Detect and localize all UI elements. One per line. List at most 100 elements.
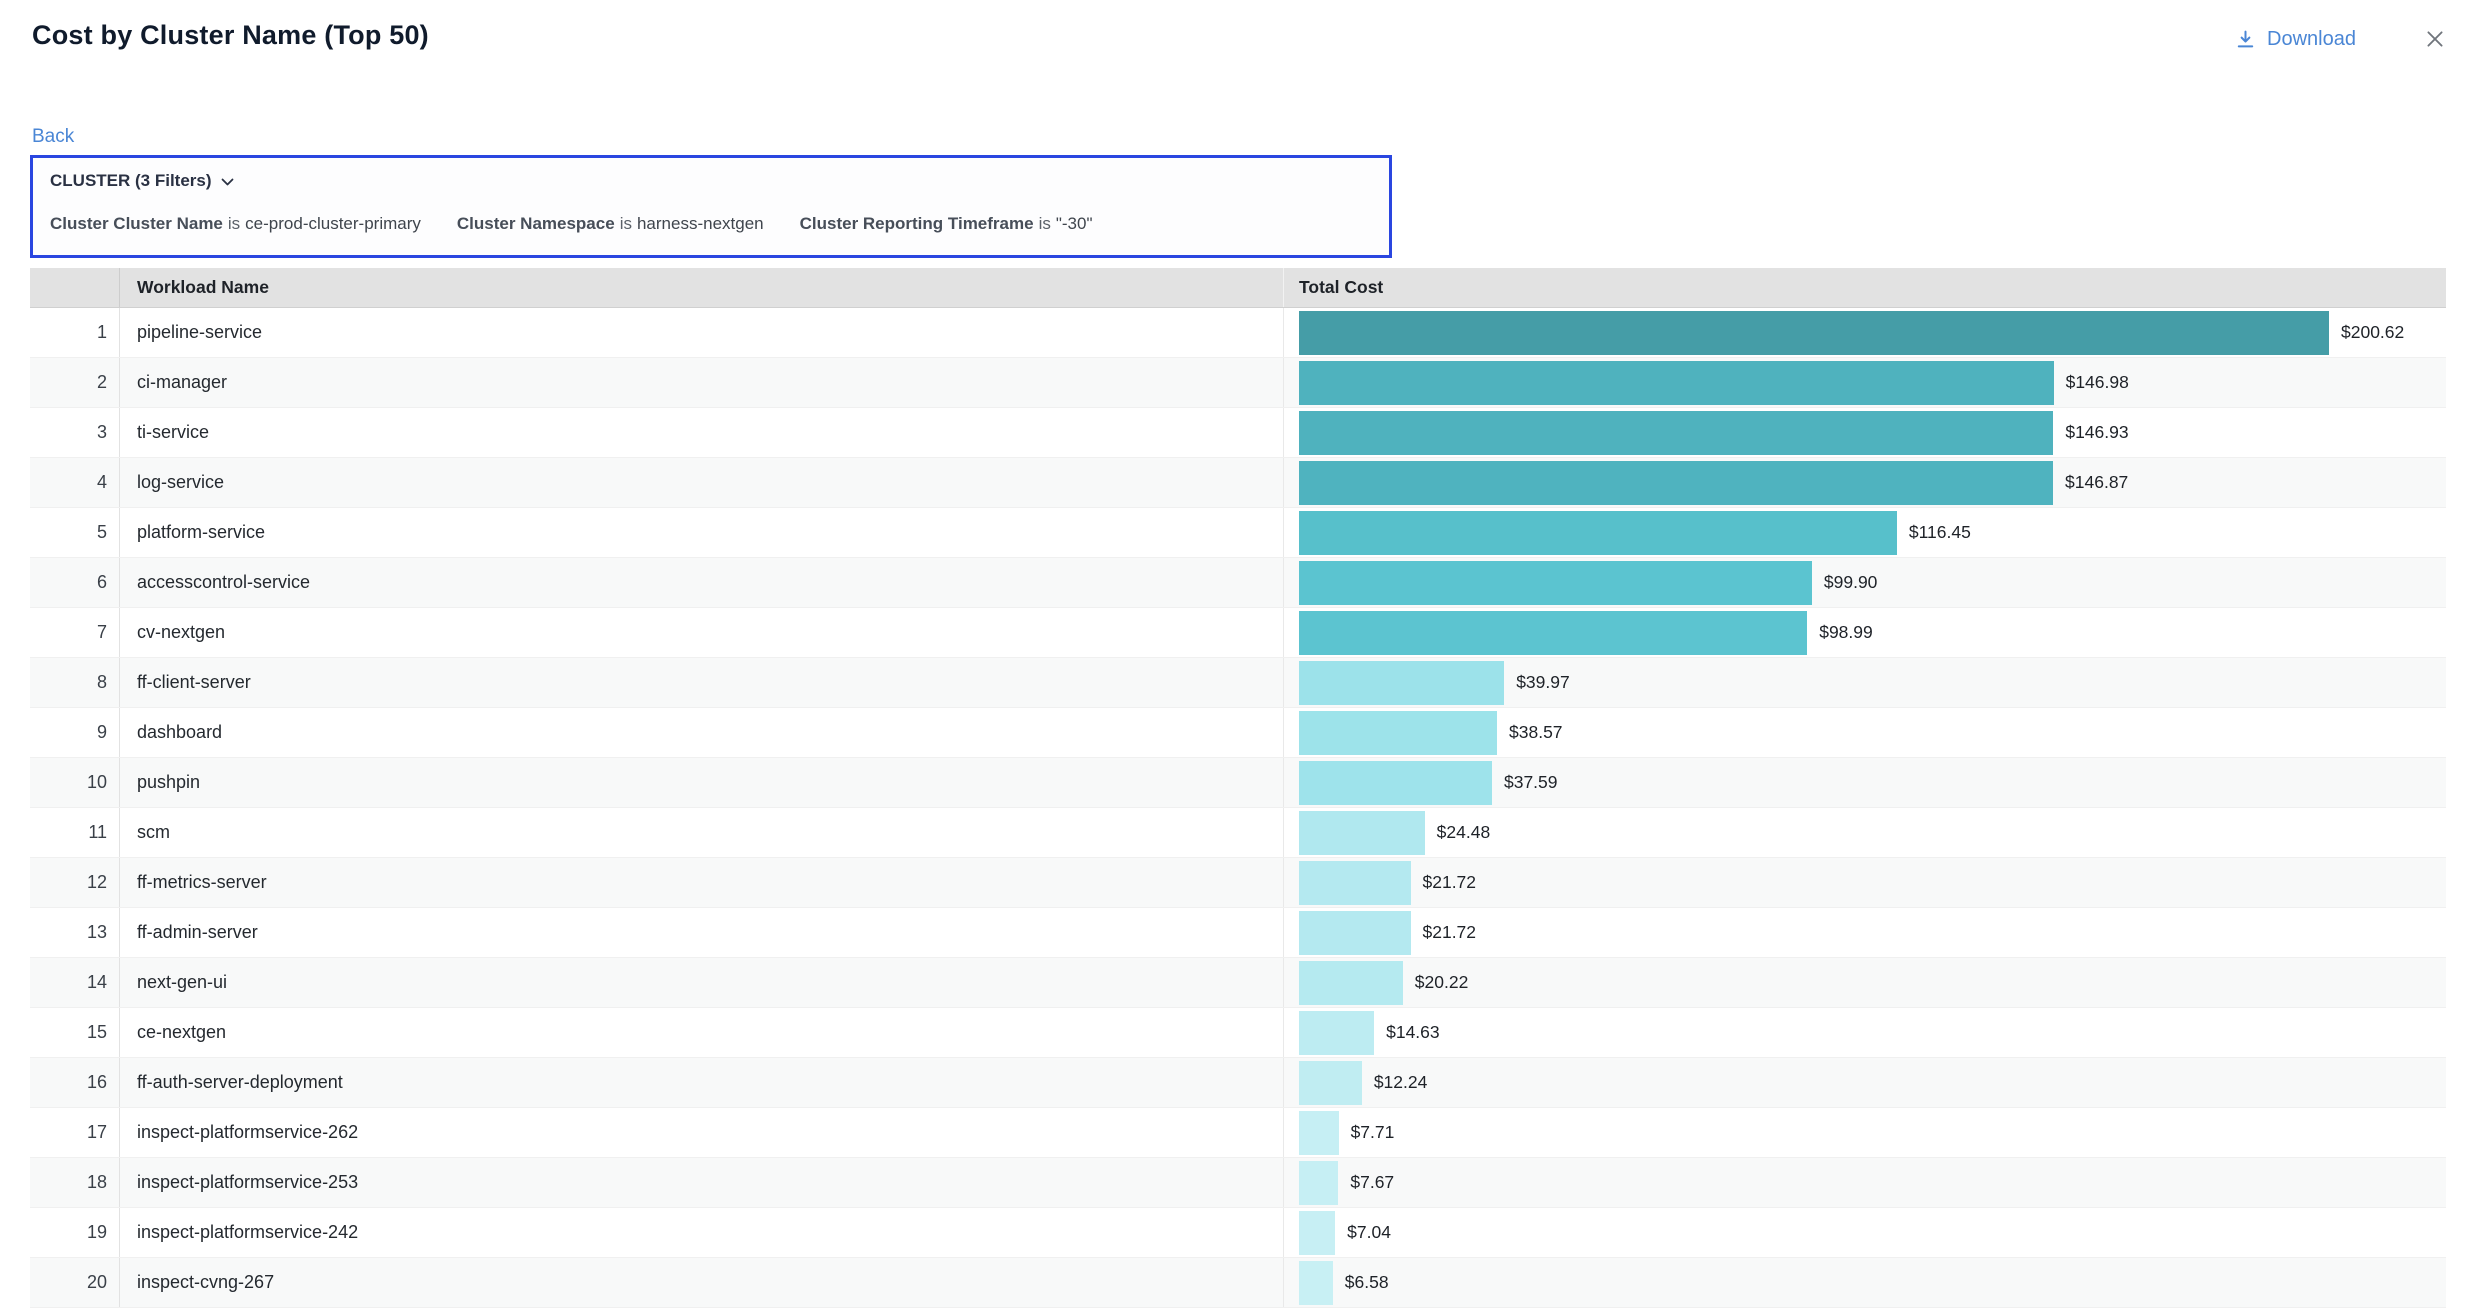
download-label: Download (2267, 28, 2356, 51)
total-cost-cell: $39.97 (1283, 658, 2446, 707)
workload-name: ti-service (119, 408, 1283, 457)
total-cost-cell: $7.71 (1283, 1108, 2446, 1157)
total-cost-cell: $200.62 (1283, 308, 2446, 357)
back-link[interactable]: Back (32, 126, 74, 148)
table-row: 5platform-service$116.45 (30, 508, 2446, 558)
workload-name: ff-admin-server (119, 908, 1283, 957)
cost-bar (1299, 661, 1504, 705)
cost-value-label: $200.62 (2341, 322, 2404, 343)
total-cost-cell: $98.99 (1283, 608, 2446, 657)
cost-value-label: $38.57 (1509, 722, 1563, 743)
table-row: 14next-gen-ui$20.22 (30, 958, 2446, 1008)
cost-value-label: $39.97 (1516, 672, 1570, 693)
row-rank: 17 (30, 1108, 119, 1157)
cost-value-label: $37.59 (1504, 772, 1558, 793)
page-title: Cost by Cluster Name (Top 50) (32, 20, 429, 51)
close-button[interactable] (2420, 24, 2450, 54)
total-cost-cell: $99.90 (1283, 558, 2446, 607)
row-rank: 4 (30, 458, 119, 507)
cost-bar (1299, 561, 1812, 605)
total-cost-cell: $116.45 (1283, 508, 2446, 557)
workload-name: ce-nextgen (119, 1008, 1283, 1057)
cost-bar (1299, 861, 1411, 905)
cost-bar (1299, 961, 1403, 1005)
workload-name: log-service (119, 458, 1283, 507)
cost-value-label: $6.58 (1345, 1272, 1389, 1293)
row-rank: 1 (30, 308, 119, 357)
cost-value-label: $21.72 (1423, 872, 1477, 893)
total-cost-cell: $146.87 (1283, 458, 2446, 507)
filter-value: "-30" (1056, 214, 1093, 234)
total-cost-cell: $7.04 (1283, 1208, 2446, 1257)
workload-name: pushpin (119, 758, 1283, 807)
row-rank: 6 (30, 558, 119, 607)
total-cost-cell: $20.22 (1283, 958, 2446, 1007)
cost-bar (1299, 311, 2329, 355)
workload-name: inspect-platformservice-253 (119, 1158, 1283, 1207)
row-rank: 7 (30, 608, 119, 657)
table-row: 16ff-auth-server-deployment$12.24 (30, 1058, 2446, 1108)
table-row: 6accesscontrol-service$99.90 (30, 558, 2446, 608)
table-row: 8ff-client-server$39.97 (30, 658, 2446, 708)
total-cost-cell: $146.98 (1283, 358, 2446, 407)
cost-bar (1299, 411, 2053, 455)
table-row: 11scm$24.48 (30, 808, 2446, 858)
cost-value-label: $14.63 (1386, 1022, 1440, 1043)
workload-name: scm (119, 808, 1283, 857)
workload-name: inspect-cvng-267 (119, 1258, 1283, 1307)
row-rank: 19 (30, 1208, 119, 1257)
cost-bar (1299, 1161, 1338, 1205)
table-row: 10pushpin$37.59 (30, 758, 2446, 808)
total-cost-cell: $21.72 (1283, 858, 2446, 907)
cost-by-cluster-panel: Cost by Cluster Name (Top 50) Download B… (0, 0, 2470, 1302)
cost-bar (1299, 1111, 1339, 1155)
row-rank: 16 (30, 1058, 119, 1107)
table-row: 17inspect-platformservice-262$7.71 (30, 1108, 2446, 1158)
filter-group-label: CLUSTER (3 Filters) (50, 171, 212, 191)
cost-value-label: $21.72 (1423, 922, 1477, 943)
cost-bar (1299, 461, 2053, 505)
filter-condition: Cluster Reporting Timeframe is "-30" (800, 214, 1093, 234)
download-icon (2235, 29, 2256, 50)
cost-bar (1299, 1011, 1374, 1055)
cost-value-label: $146.87 (2065, 472, 2128, 493)
cost-value-label: $12.24 (1374, 1072, 1428, 1093)
total-cost-cell: $38.57 (1283, 708, 2446, 757)
filter-box: CLUSTER (3 Filters) Cluster Cluster Name… (30, 155, 1392, 258)
table-row: 12ff-metrics-server $21.72 (30, 858, 2446, 908)
row-rank: 5 (30, 508, 119, 557)
row-rank: 11 (30, 808, 119, 857)
chevron-down-icon (221, 178, 234, 187)
total-cost-cell: $12.24 (1283, 1058, 2446, 1107)
row-rank: 3 (30, 408, 119, 457)
filter-group-toggle[interactable]: CLUSTER (3 Filters) (50, 171, 234, 191)
cost-value-label: $99.90 (1824, 572, 1878, 593)
row-rank: 2 (30, 358, 119, 407)
table-row: 13ff-admin-server$21.72 (30, 908, 2446, 958)
total-cost-cell: $37.59 (1283, 758, 2446, 807)
filter-field: Cluster Reporting Timeframe (800, 214, 1034, 234)
workload-name: ff-client-server (119, 658, 1283, 707)
cost-bar (1299, 511, 1897, 555)
row-rank: 12 (30, 858, 119, 907)
table-row: 18inspect-platformservice-253$7.67 (30, 1158, 2446, 1208)
filter-value: ce-prod-cluster-primary (245, 214, 421, 234)
filter-conditions: Cluster Cluster Name is ce-prod-cluster-… (50, 214, 1372, 234)
cost-table: Workload Name Total Cost 1pipeline-servi… (30, 268, 2446, 1308)
filter-operator: is (620, 214, 632, 234)
column-header-total-cost: Total Cost (1283, 268, 2446, 307)
filter-value: harness-nextgen (637, 214, 764, 234)
cost-bar (1299, 711, 1497, 755)
row-rank: 9 (30, 708, 119, 757)
table-row: 3ti-service$146.93 (30, 408, 2446, 458)
workload-name: next-gen-ui (119, 958, 1283, 1007)
filter-condition: Cluster Namespace is harness-nextgen (457, 214, 764, 234)
workload-name: ff-metrics-server (119, 858, 1283, 907)
filter-field: Cluster Cluster Name (50, 214, 223, 234)
column-header-rank (30, 268, 119, 307)
cost-value-label: $7.04 (1347, 1222, 1391, 1243)
table-row: 2ci-manager$146.98 (30, 358, 2446, 408)
cost-bar (1299, 811, 1425, 855)
cost-value-label: $98.99 (1819, 622, 1873, 643)
download-button[interactable]: Download (2229, 27, 2362, 52)
